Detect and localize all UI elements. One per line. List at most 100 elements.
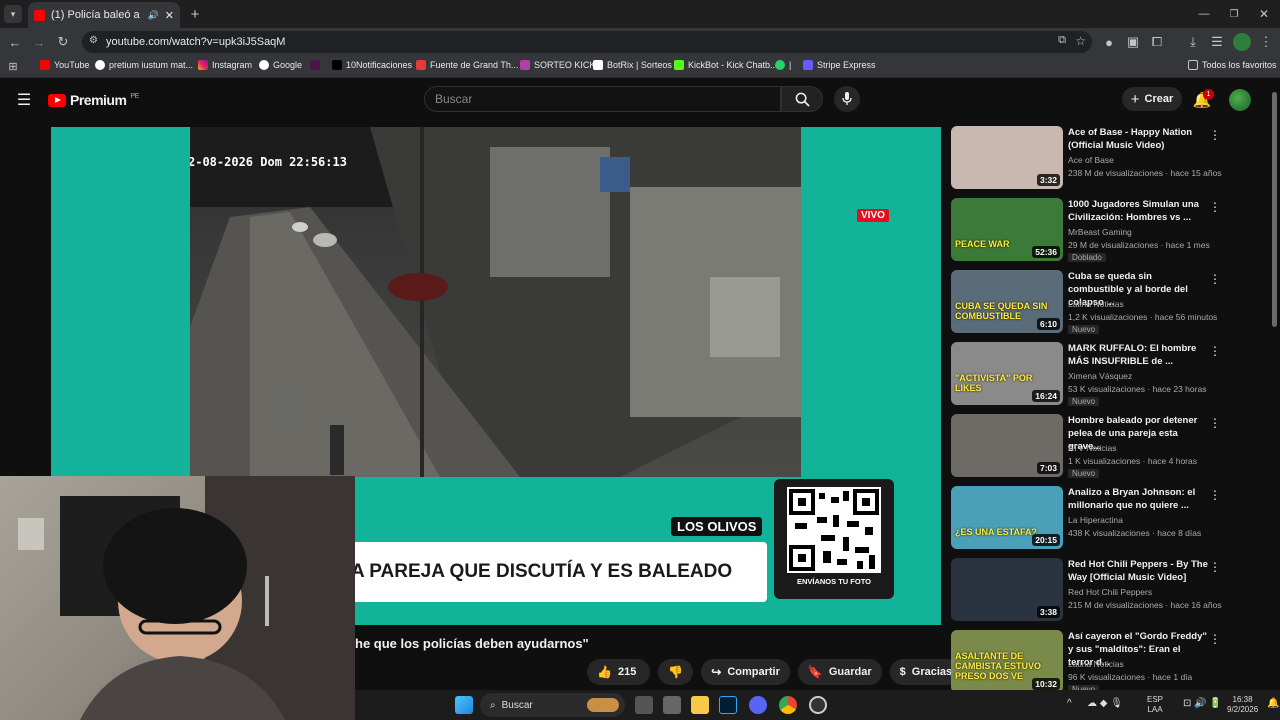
- channel-name[interactable]: Ace of Base: [1068, 155, 1114, 165]
- extension-2-icon[interactable]: ▣: [1124, 33, 1142, 51]
- windows-start-icon[interactable]: [455, 696, 473, 714]
- clock[interactable]: 16:38 9/2/2026: [1227, 695, 1258, 715]
- video-thumbnail[interactable]: 3:38: [951, 558, 1063, 621]
- download-icon[interactable]: ⤓: [1184, 33, 1202, 51]
- extension-icon[interactable]: ●: [1100, 33, 1118, 51]
- channel-name[interactable]: MrBeast Gaming: [1068, 227, 1132, 237]
- search-button[interactable]: [781, 86, 823, 112]
- video-thumbnail[interactable]: ASALTANTE DE CAMBISTA ESTUVO PRESO DOS V…: [951, 630, 1063, 693]
- more-options-icon[interactable]: ⋮: [1209, 344, 1221, 358]
- chrome-menu-icon[interactable]: ⋮: [1257, 33, 1275, 51]
- show-hidden-icons[interactable]: ^: [1067, 699, 1072, 709]
- recommendation-title[interactable]: 1000 Jugadores Simulan una Civilización:…: [1068, 198, 1208, 224]
- recommendation-item[interactable]: ASALTANTE DE CAMBISTA ESTUVO PRESO DOS V…: [951, 630, 1271, 694]
- user-avatar[interactable]: [1229, 89, 1251, 111]
- tab-close-icon[interactable]: ✕: [165, 9, 174, 22]
- recommendation-item[interactable]: CUBA SE QUEDA SIN COMBUSTIBLE 6:10 Cuba se…: [951, 270, 1271, 334]
- bookmark-google[interactable]: Google: [259, 60, 302, 70]
- channel-name[interactable]: Red Hot Chili Peppers: [1068, 587, 1152, 597]
- more-options-icon[interactable]: ⋮: [1209, 128, 1221, 142]
- more-options-icon[interactable]: ⋮: [1209, 416, 1221, 430]
- site-info-icon[interactable]: ⚙: [89, 35, 98, 46]
- recommendation-title[interactable]: MARK RUFFALO: El hombre MÁS INSUFRIBLE d…: [1068, 342, 1208, 368]
- minimize-icon[interactable]: —: [1195, 5, 1213, 23]
- address-bar[interactable]: ⚙ youtube.com/watch?v=upk3iJ5SaqM ⧉ ☆: [82, 31, 1092, 53]
- page-scrollbar[interactable]: [1272, 92, 1277, 327]
- task-view-icon[interactable]: [635, 696, 653, 714]
- system-tray-icons[interactable]: ⊡ 🔊 🔋: [1183, 699, 1222, 709]
- bookmark-youtube[interactable]: YouTube: [40, 60, 89, 70]
- youtube-premium-logo[interactable]: Premium PE: [48, 92, 139, 108]
- window-close-icon[interactable]: ✕: [1255, 5, 1273, 23]
- language-indicator[interactable]: ESP LAA: [1147, 695, 1163, 715]
- search-input[interactable]: Buscar: [424, 86, 781, 112]
- browser-tab-active[interactable]: (1) Policía baleó a sujeto qu 🔊 ✕: [28, 2, 180, 28]
- more-options-icon[interactable]: ⋮: [1209, 488, 1221, 502]
- bookmark-botrix[interactable]: BotRix | Sorteos: [593, 60, 672, 70]
- back-icon[interactable]: ←: [6, 33, 24, 51]
- bookmark-instagram[interactable]: Instagram: [198, 60, 252, 70]
- channel-name[interactable]: La Hiperactina: [1068, 515, 1123, 525]
- more-options-icon[interactable]: ⋮: [1209, 272, 1221, 286]
- reading-list-icon[interactable]: ☰: [1208, 33, 1226, 51]
- recommendation-item[interactable]: PEACE WAR 52:36 1000 Jugadores Simulan una…: [951, 198, 1271, 262]
- bookmark-kickbot[interactable]: KickBot - Kick Chatb...: [674, 60, 778, 70]
- video-thumbnail[interactable]: ¿ES UNA ESTAFA? 20:15: [951, 486, 1063, 549]
- voice-search-button[interactable]: [834, 86, 860, 112]
- bookmark-stripe[interactable]: Stripe Express: [803, 60, 876, 70]
- tray-icons[interactable]: ☁ ◆ 🎙: [1087, 699, 1123, 709]
- channel-name[interactable]: ATV Noticias: [1068, 443, 1117, 453]
- profile-avatar[interactable]: [1233, 33, 1251, 51]
- recommendation-item[interactable]: 3:38 Red Hot Chili Peppers - By The Way […: [951, 558, 1271, 622]
- video-thumbnail[interactable]: CUBA SE QUEDA SIN COMBUSTIBLE 6:10: [951, 270, 1063, 333]
- extensions-puzzle-icon[interactable]: ⧠: [1148, 33, 1166, 51]
- tab-search-icon[interactable]: ▾: [4, 5, 22, 23]
- share-button[interactable]: ↪ Compartir: [701, 659, 790, 685]
- forward-icon[interactable]: →: [30, 33, 48, 51]
- photoshop-icon[interactable]: [719, 696, 737, 714]
- like-button[interactable]: 👍 215: [587, 659, 651, 685]
- channel-name[interactable]: Ximena Vásquez: [1068, 371, 1132, 381]
- create-button[interactable]: + Crear: [1122, 87, 1182, 111]
- reload-icon[interactable]: ↻: [54, 33, 72, 51]
- recommendation-title[interactable]: Analizo a Bryan Johnson: el millonario q…: [1068, 486, 1208, 512]
- dislike-button[interactable]: 👎: [658, 659, 694, 685]
- notification-center-icon[interactable]: 🔔: [1267, 699, 1279, 709]
- recommendation-item[interactable]: ¿ES UNA ESTAFA? 20:15 Analizo a Bryan John…: [951, 486, 1271, 550]
- bookmark-slack[interactable]: [310, 60, 320, 70]
- channel-name[interactable]: Latina Noticias: [1068, 659, 1124, 669]
- video-thumbnail[interactable]: "ACTIVISTA" POR LIKES 16:24: [951, 342, 1063, 405]
- obs-icon[interactable]: [809, 696, 827, 714]
- more-options-icon[interactable]: ⋮: [1209, 632, 1221, 646]
- recommendation-item[interactable]: 7:03 Hombre baleado por detener pelea de …: [951, 414, 1271, 478]
- video-thumbnail[interactable]: PEACE WAR 52:36: [951, 198, 1063, 261]
- app-icon[interactable]: [663, 696, 681, 714]
- bookmark-whatsapp[interactable]: |: [775, 60, 791, 70]
- recommendation-title[interactable]: Red Hot Chili Peppers - By The Way [Offi…: [1068, 558, 1208, 584]
- video-thumbnail[interactable]: 3:32: [951, 126, 1063, 189]
- apps-grid-icon[interactable]: ⊞: [6, 59, 20, 73]
- audio-icon[interactable]: 🔊: [148, 10, 159, 21]
- bookmark-pretium[interactable]: pretium iustum mat...: [95, 60, 193, 70]
- new-tab-icon[interactable]: +: [186, 5, 204, 23]
- chrome-icon[interactable]: [779, 696, 797, 714]
- hamburger-menu-icon[interactable]: ☰: [14, 90, 34, 110]
- recommendation-item[interactable]: 3:32 Ace of Base - Happy Nation (Official…: [951, 126, 1271, 190]
- bookmark-10notificaciones[interactable]: 10Notificaciones: [332, 60, 412, 70]
- channel-name[interactable]: Latina Noticias: [1068, 299, 1124, 309]
- bookmark-star-icon[interactable]: ☆: [1075, 34, 1086, 48]
- bookmark-sorteo-kick[interactable]: SORTEO KICK: [520, 60, 595, 70]
- save-button[interactable]: 🔖 Guardar: [797, 659, 882, 685]
- more-options-icon[interactable]: ⋮: [1209, 200, 1221, 214]
- restore-icon[interactable]: ❐: [1225, 5, 1243, 23]
- all-bookmarks[interactable]: Todos los favoritos: [1188, 60, 1277, 70]
- recommendation-title[interactable]: Ace of Base - Happy Nation (Official Mus…: [1068, 126, 1208, 152]
- bookmark-grand-theft[interactable]: Fuente de Grand Th...: [416, 60, 518, 70]
- install-app-icon[interactable]: ⧉: [1058, 34, 1066, 47]
- video-thumbnail[interactable]: 7:03: [951, 414, 1063, 477]
- recommendation-item[interactable]: "ACTIVISTA" POR LIKES 16:24 MARK RUFFALO: …: [951, 342, 1271, 406]
- more-options-icon[interactable]: ⋮: [1209, 560, 1221, 574]
- taskbar-search[interactable]: ⌕ Buscar: [480, 693, 625, 717]
- discord-icon[interactable]: [749, 696, 767, 714]
- file-explorer-icon[interactable]: [691, 696, 709, 714]
